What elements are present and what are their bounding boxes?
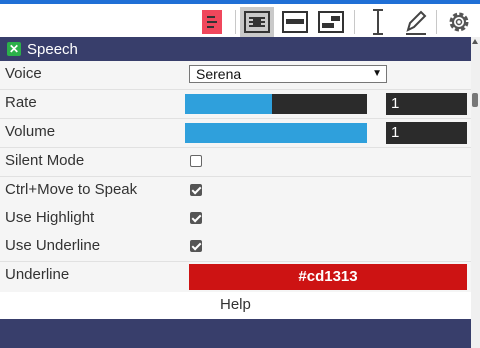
help-link[interactable]: Help	[220, 296, 251, 313]
gear-icon	[449, 12, 469, 32]
use-underline-label: Use Underline	[5, 237, 101, 254]
underline-label: Underline	[5, 266, 70, 283]
rate-row: Rate 1	[0, 90, 471, 119]
volume-slider-fill	[185, 123, 367, 143]
toc-button[interactable]	[200, 7, 224, 37]
use-highlight-row: Use Highlight	[0, 205, 471, 234]
silent-mode-checkbox[interactable]	[190, 155, 202, 167]
voice-value: Serena	[196, 66, 242, 82]
help-row: Help	[0, 292, 471, 319]
use-underline-row: Use Underline	[0, 233, 471, 262]
align-full-button[interactable]	[280, 7, 310, 37]
align-full-icon	[282, 11, 308, 33]
text-cursor-button[interactable]	[364, 7, 392, 37]
close-icon[interactable]: ✕	[7, 42, 21, 56]
ctrl-move-label: Ctrl+Move to Speak	[5, 181, 138, 198]
align-center-button[interactable]	[240, 7, 274, 37]
volume-value-field[interactable]: 1	[386, 122, 467, 144]
speech-panel-header: ✕ Speech	[0, 37, 471, 61]
ctrl-move-row: Ctrl+Move to Speak	[0, 177, 471, 206]
pen-icon	[406, 10, 427, 35]
volume-row: Volume 1	[0, 119, 471, 148]
rate-slider-fill	[185, 94, 273, 114]
align-right-button[interactable]	[316, 7, 346, 37]
scrollbar[interactable]	[471, 37, 480, 348]
underline-row: Underline #cd1313	[0, 262, 471, 293]
use-underline-checkbox[interactable]	[190, 240, 202, 252]
panel-title: Speech	[27, 40, 78, 58]
scroll-up-icon[interactable]	[472, 39, 478, 44]
toolbar	[0, 4, 480, 37]
use-highlight-label: Use Highlight	[5, 209, 95, 226]
toolbar-separator	[436, 10, 437, 34]
volume-label: Volume	[5, 123, 56, 140]
text-cursor-icon	[373, 9, 383, 35]
rate-value-field[interactable]: 1	[386, 93, 467, 115]
voice-select[interactable]: Serena ▼	[189, 65, 387, 83]
chevron-down-icon: ▼	[372, 68, 382, 79]
voice-row: Voice Serena ▼	[0, 61, 471, 90]
toolbar-separator	[354, 10, 355, 34]
voice-label: Voice	[5, 65, 42, 82]
panel-footer	[0, 319, 471, 348]
volume-slider[interactable]	[185, 123, 367, 143]
silent-mode-label: Silent Mode	[5, 152, 85, 169]
ctrl-move-checkbox[interactable]	[190, 184, 202, 196]
settings-button[interactable]	[442, 7, 476, 37]
align-right-icon	[318, 11, 344, 33]
use-highlight-checkbox[interactable]	[190, 212, 202, 224]
rate-label: Rate	[5, 94, 37, 111]
toolbar-separator	[235, 10, 236, 34]
scroll-thumb[interactable]	[472, 93, 478, 107]
rate-slider[interactable]	[185, 94, 367, 114]
underline-color-picker[interactable]: #cd1313	[189, 264, 467, 290]
align-center-icon	[244, 11, 270, 33]
toc-icon	[202, 10, 222, 34]
pen-button[interactable]	[400, 7, 430, 37]
silent-mode-row: Silent Mode	[0, 148, 471, 177]
